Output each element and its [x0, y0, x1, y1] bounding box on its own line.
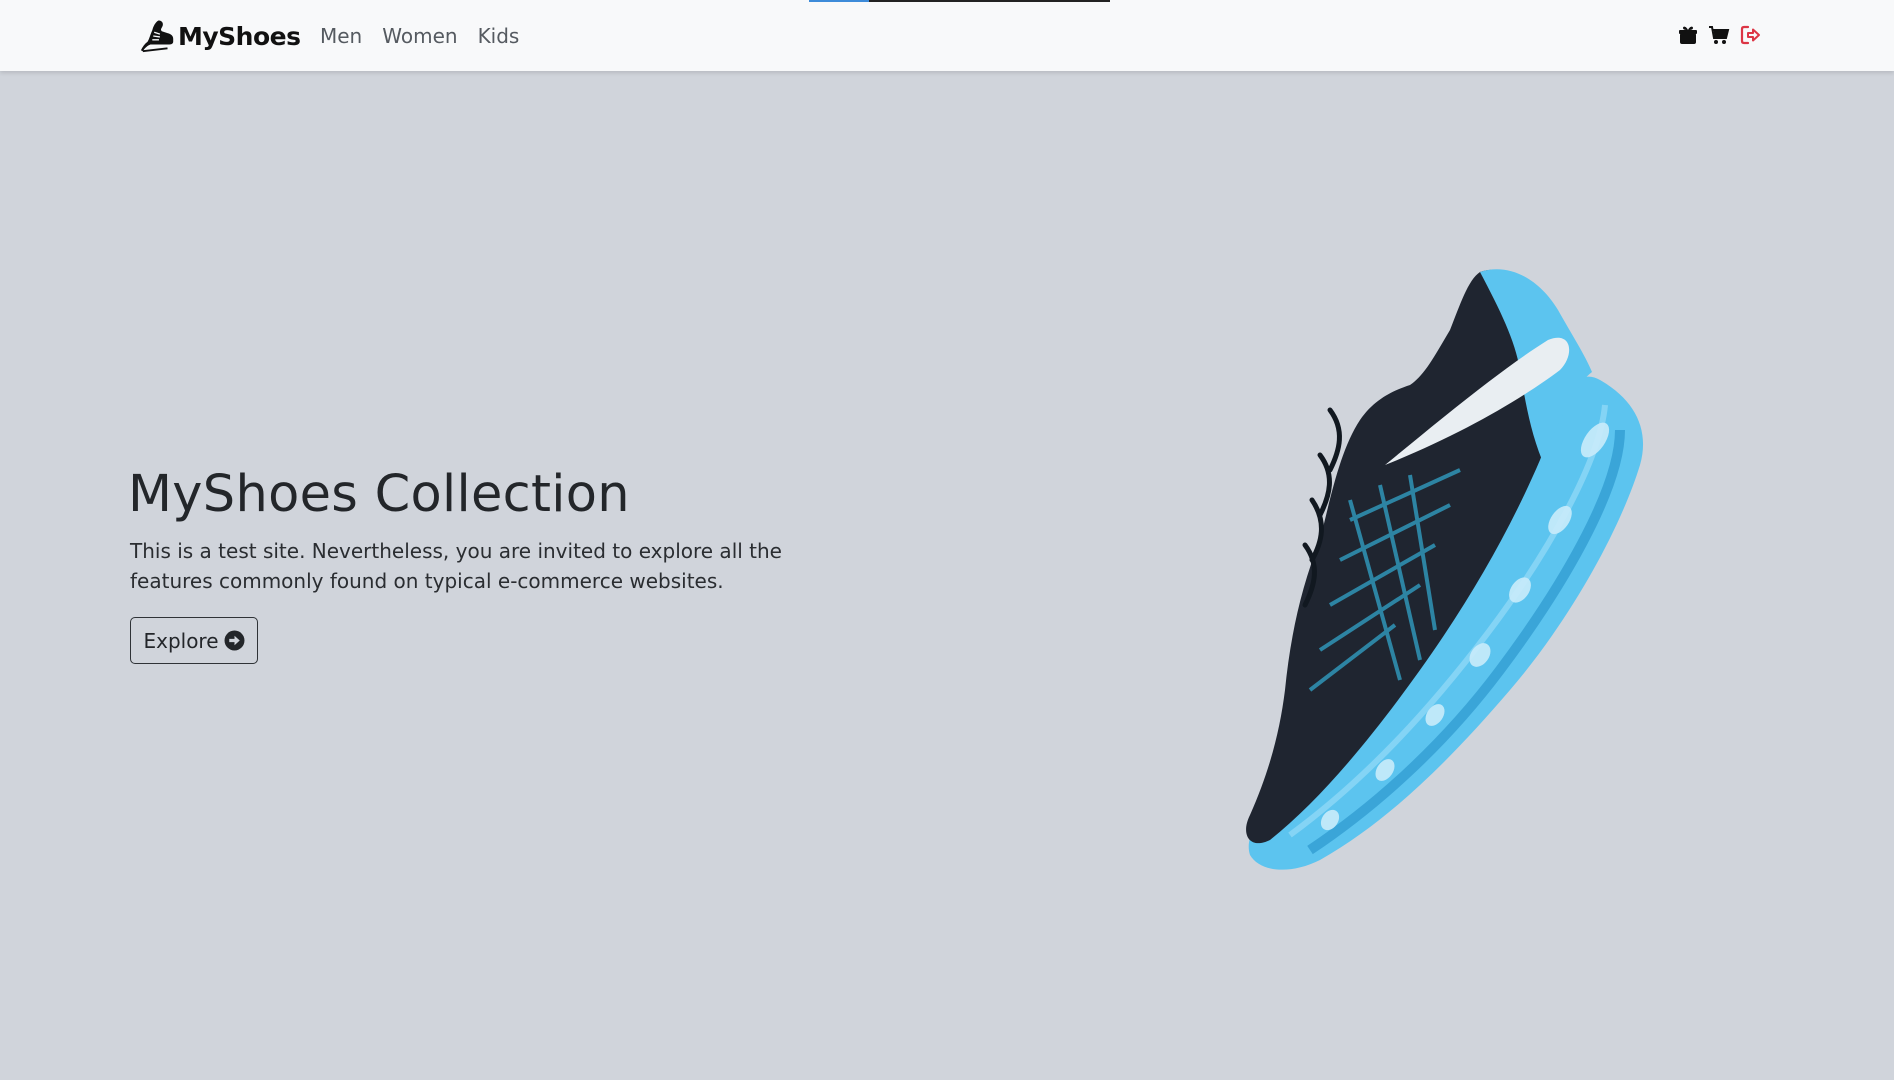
running-shoe-icon [140, 20, 174, 53]
explore-button-label: Explore [143, 628, 219, 653]
sign-out-icon[interactable] [1739, 24, 1761, 46]
page-loading-bar-fill [809, 0, 870, 2]
explore-button[interactable]: Explore [130, 617, 258, 664]
page-loading-bar [809, 0, 1110, 2]
hero-title: MyShoes Collection [128, 465, 630, 524]
hero-description: This is a test site. Nevertheless, you a… [130, 539, 782, 593]
gift-icon[interactable] [1677, 24, 1699, 46]
cart-icon[interactable] [1708, 24, 1730, 46]
top-navbar: MyShoes Men Women Kids [0, 0, 1894, 71]
nav-link-men[interactable]: Men [310, 22, 372, 50]
main-nav: Men Women Kids [310, 22, 529, 50]
nav-link-women[interactable]: Women [372, 22, 467, 50]
arrow-circle-right-icon [224, 630, 245, 651]
nav-actions [1677, 24, 1761, 46]
brand-logo-link[interactable]: MyShoes [139, 16, 301, 56]
nav-link-kids[interactable]: Kids [468, 22, 530, 50]
brand-name: MyShoes [178, 21, 301, 51]
sneaker-image [1246, 269, 1644, 870]
